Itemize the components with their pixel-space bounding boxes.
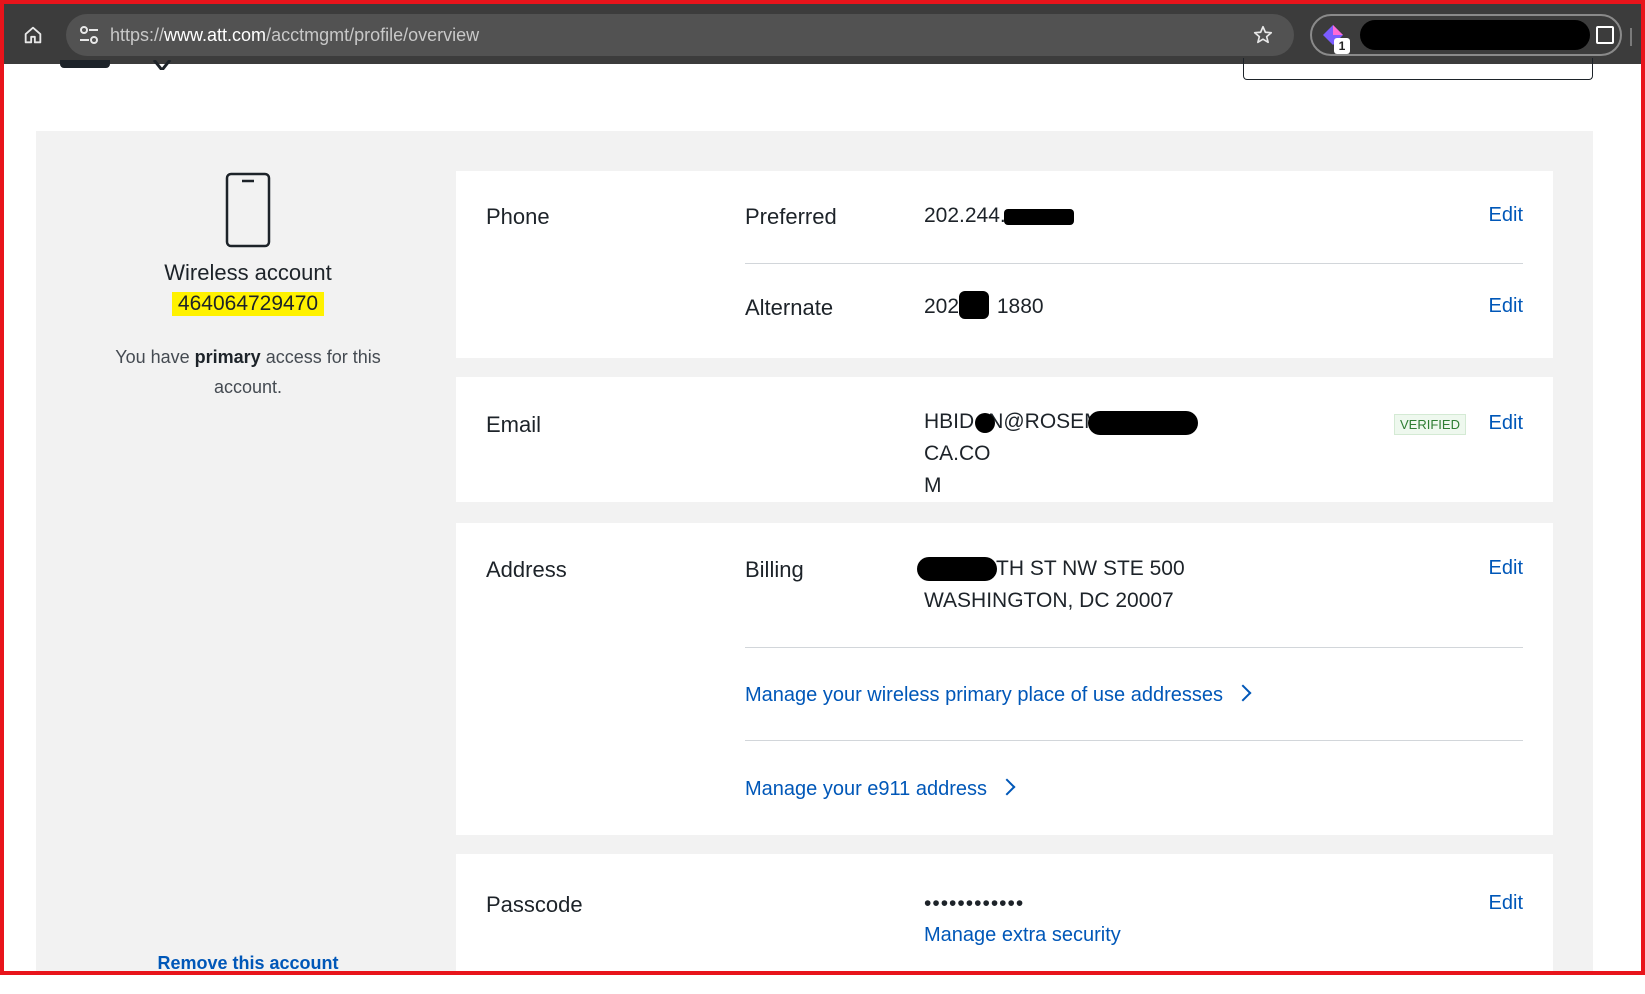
profile-extension-area[interactable]: 1 (1310, 14, 1622, 56)
redaction-mark (1004, 209, 1074, 225)
home-icon[interactable] (22, 24, 44, 46)
redaction-mark (975, 413, 995, 433)
address-card: Address Billing TH ST NW STE 500 WASHINGT… (456, 523, 1553, 835)
bookmark-star-icon[interactable] (1252, 24, 1274, 46)
header-button-remnant[interactable] (1243, 58, 1593, 80)
chevron-right-icon (998, 778, 1016, 796)
site-settings-icon[interactable] (78, 25, 100, 45)
divider (745, 263, 1523, 264)
phone-card: Phone Preferred 202.244. Edit Alternate … (456, 171, 1553, 358)
manage-e911-link[interactable]: Manage your e911 address (745, 778, 1016, 801)
email-section-label: Email (486, 412, 542, 437)
edit-passcode-button[interactable]: Edit (1489, 892, 1523, 915)
header-text-remnant (152, 60, 172, 70)
toolbar-divider (1630, 28, 1632, 46)
verified-badge: VERIFIED (1394, 414, 1466, 435)
account-type-label: Wireless account (164, 260, 332, 285)
mobile-phone-icon (225, 172, 271, 248)
access-description: You have primary access for this account… (115, 347, 381, 397)
account-summary: Wireless account 464064729470 You have p… (98, 172, 398, 402)
browser-toolbar: https://www.att.com/acctmgmt/profile/ove… (4, 4, 1641, 64)
passcode-card: Passcode •••••••••••• Manage extra secur… (456, 854, 1553, 994)
edit-billing-address-button[interactable]: Edit (1489, 557, 1523, 580)
redaction-mark (1360, 20, 1590, 50)
address-section-label: Address (486, 557, 567, 582)
passcode-value: •••••••••••• (924, 892, 1025, 915)
redaction-mark (959, 291, 989, 319)
email-card: Email HBID N@ROSEMCA.CO M VERIFIED Edit (456, 377, 1553, 502)
header-remnant (60, 60, 110, 68)
billing-label: Billing (745, 557, 804, 582)
edit-preferred-phone-button[interactable]: Edit (1489, 204, 1523, 227)
remove-account-link[interactable]: Remove this account (98, 953, 398, 974)
preferred-phone-value: 202.244. (924, 204, 1006, 227)
manage-extra-security-link[interactable]: Manage extra security (924, 924, 1121, 947)
redaction-mark (917, 557, 997, 581)
edit-email-button[interactable]: Edit (1489, 412, 1523, 435)
divider (745, 647, 1523, 648)
edit-alternate-phone-button[interactable]: Edit (1489, 295, 1523, 318)
divider (745, 740, 1523, 741)
account-number: 464064729470 (171, 292, 325, 316)
chevron-right-icon (1234, 684, 1252, 702)
redaction-mark (1088, 411, 1198, 435)
extension-badge: 1 (1334, 38, 1350, 54)
phone-section-label: Phone (486, 204, 550, 229)
alternate-label: Alternate (745, 295, 834, 320)
address-bar[interactable]: https://www.att.com/acctmgmt/profile/ove… (66, 14, 1294, 56)
preferred-label: Preferred (745, 204, 837, 229)
passcode-section-label: Passcode (486, 892, 583, 917)
window-icon[interactable] (1596, 26, 1614, 44)
manage-place-of-use-link[interactable]: Manage your wireless primary place of us… (745, 684, 1252, 707)
url-text[interactable]: https://www.att.com/acctmgmt/profile/ove… (110, 25, 479, 46)
